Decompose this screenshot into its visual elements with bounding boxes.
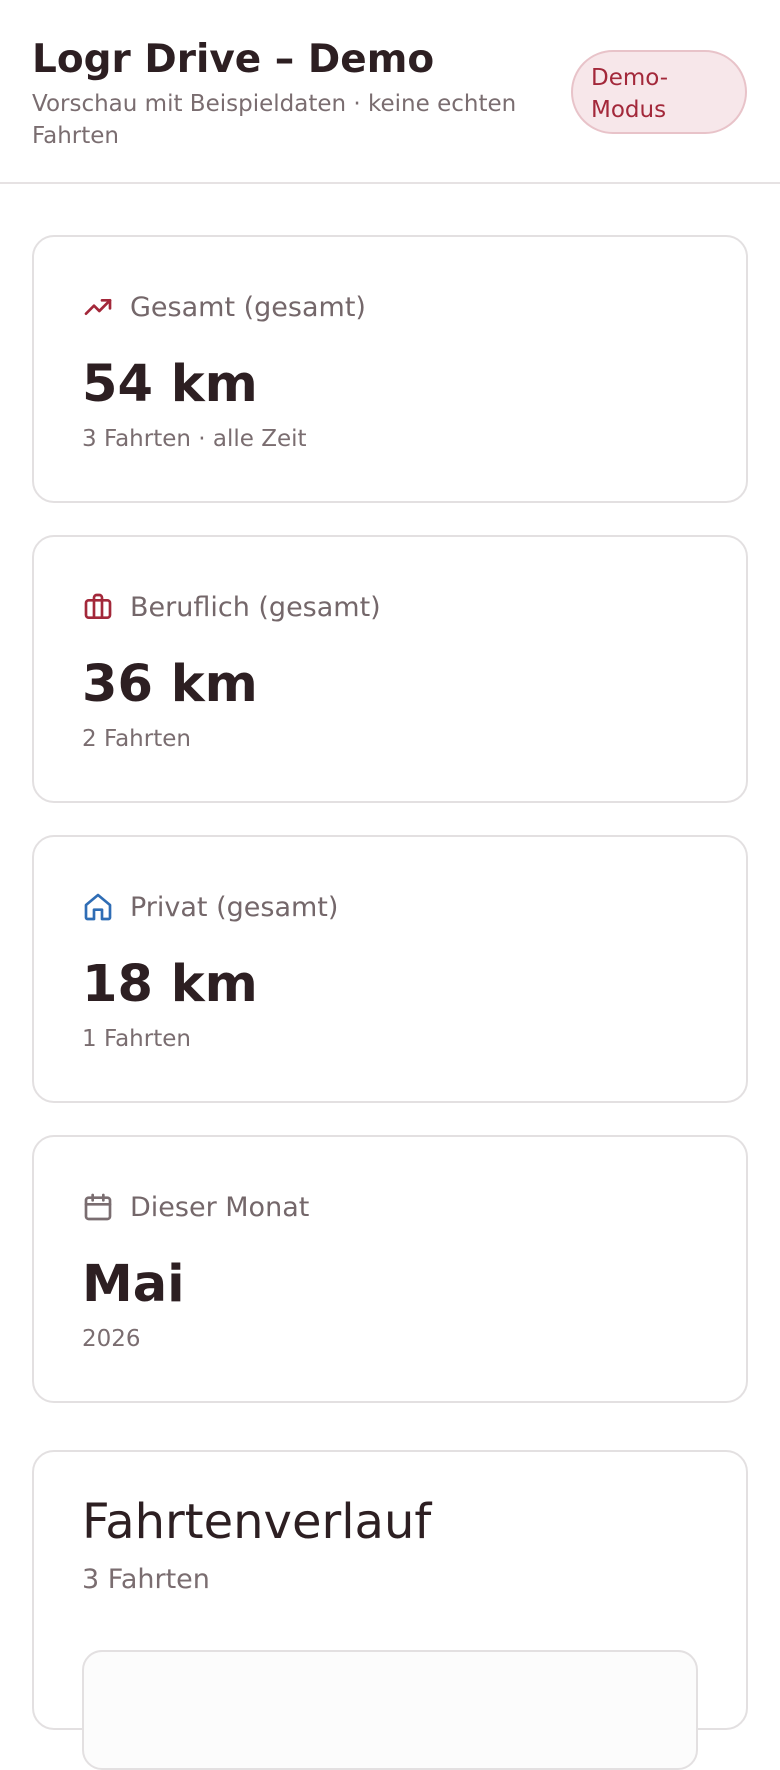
app-subtitle: Vorschau mit Beispieldaten · keine echte… bbox=[32, 91, 517, 149]
trip-history-card: Fahrtenverlauf 3 Fahrten bbox=[32, 1450, 748, 1770]
stat-label-row: Beruflich (gesamt) bbox=[82, 587, 381, 627]
home-icon bbox=[82, 891, 114, 923]
stat-value: 54 km bbox=[82, 355, 258, 414]
app-title: Logr Drive – Demo bbox=[32, 37, 435, 82]
stat-label-row: Dieser Monat bbox=[82, 1187, 309, 1227]
stat-label: Beruflich (gesamt) bbox=[130, 591, 381, 623]
stat-label: Dieser Monat bbox=[130, 1191, 310, 1223]
demo-mode-badge: Demo-Modus bbox=[571, 50, 747, 134]
trip-list-item[interactable] bbox=[82, 1650, 698, 1770]
stat-card-gesamt: Gesamt (gesamt) 54 km 3 Fahrten · alle Z… bbox=[32, 235, 748, 503]
stat-card-dieser-monat: Dieser Monat Mai 2026 bbox=[32, 1135, 748, 1403]
stat-value: 36 km bbox=[82, 655, 258, 714]
trip-history-count: 3 Fahrten bbox=[82, 1564, 210, 1595]
trending-up-icon bbox=[82, 291, 114, 323]
stat-label-row: Privat (gesamt) bbox=[82, 887, 338, 927]
stat-subtext: 3 Fahrten · alle Zeit bbox=[82, 426, 307, 452]
briefcase-icon bbox=[82, 591, 114, 623]
app-header: Logr Drive – Demo Vorschau mit Beispield… bbox=[0, 0, 780, 184]
stat-card-privat: Privat (gesamt) 18 km 1 Fahrten bbox=[32, 835, 748, 1103]
stat-subtext: 2 Fahrten bbox=[82, 726, 191, 752]
stat-label: Privat (gesamt) bbox=[130, 891, 339, 923]
trip-history-title: Fahrtenverlauf bbox=[82, 1494, 432, 1550]
stat-subtext: 2026 bbox=[82, 1326, 141, 1352]
stat-value: Mai bbox=[82, 1255, 185, 1314]
stat-label-row: Gesamt (gesamt) bbox=[82, 287, 366, 327]
stat-value: 18 km bbox=[82, 955, 258, 1014]
stat-subtext: 1 Fahrten bbox=[82, 1026, 191, 1052]
calendar-icon bbox=[82, 1191, 114, 1223]
stat-card-beruflich: Beruflich (gesamt) 36 km 2 Fahrten bbox=[32, 535, 748, 803]
stat-label: Gesamt (gesamt) bbox=[130, 291, 366, 323]
